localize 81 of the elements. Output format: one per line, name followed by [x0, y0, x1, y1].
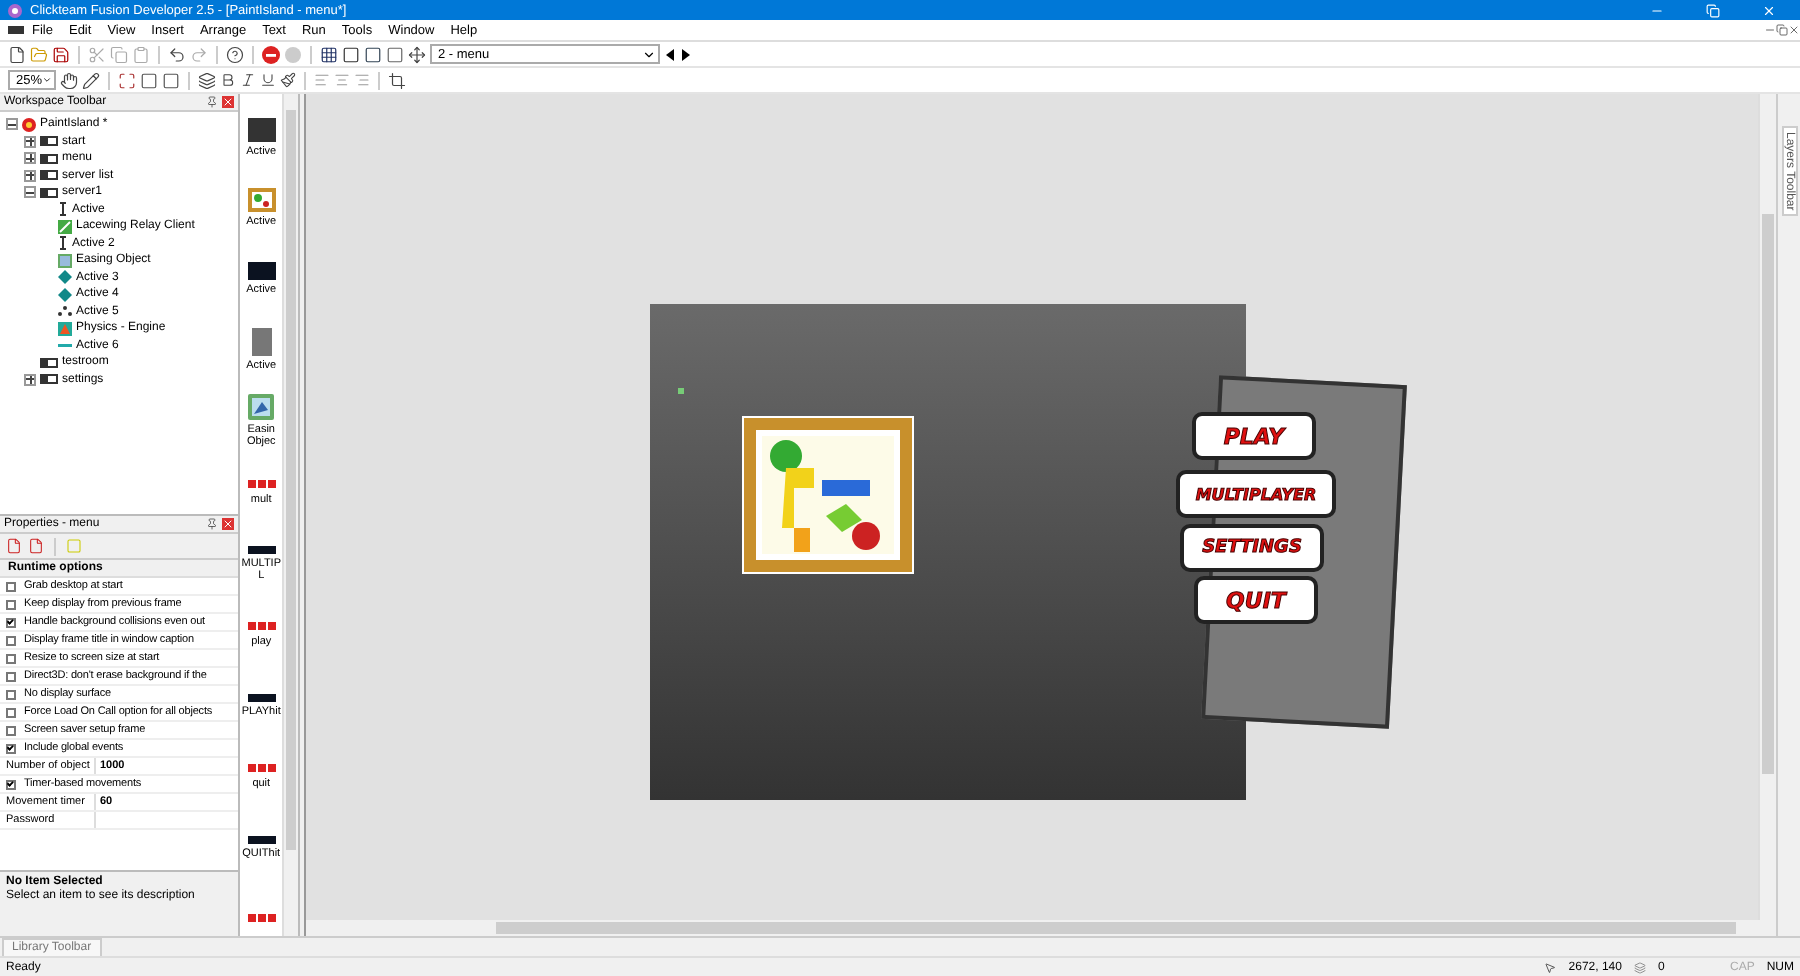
- stop-icon[interactable]: [262, 45, 280, 63]
- crop-icon[interactable]: [388, 71, 406, 89]
- checkbox[interactable]: [6, 653, 16, 663]
- close-icon[interactable]: [1788, 24, 1800, 36]
- sprite-thumbnail: [245, 478, 278, 491]
- move-icon[interactable]: [408, 45, 426, 63]
- expander-icon[interactable]: [24, 135, 36, 148]
- restore-icon[interactable]: [1776, 24, 1788, 36]
- underline-icon[interactable]: [260, 72, 276, 88]
- app-icon: [22, 117, 36, 132]
- bar-thumbnail: [247, 835, 276, 844]
- checkbox[interactable]: [6, 617, 16, 627]
- expander-icon[interactable]: [24, 152, 36, 165]
- pencil-icon[interactable]: [82, 71, 100, 89]
- layers-icon: [1633, 961, 1646, 973]
- restore-icon[interactable]: [1705, 3, 1719, 17]
- checkbox[interactable]: [6, 689, 16, 699]
- expander-icon[interactable]: [24, 373, 36, 386]
- menu-sprite: SETTINGS: [1180, 524, 1324, 572]
- previous-icon[interactable]: [664, 47, 676, 61]
- expander-icon[interactable]: [6, 118, 18, 131]
- text-cursor-icon: [58, 236, 68, 251]
- pin-icon[interactable]: [206, 518, 218, 530]
- next-icon[interactable]: [680, 47, 692, 61]
- window-icon[interactable]: [162, 71, 180, 89]
- frame-icon: [40, 374, 58, 385]
- pointer-icon: [1544, 961, 1557, 973]
- frame-icon[interactable]: [342, 45, 360, 63]
- expander-icon[interactable]: [24, 169, 36, 182]
- checkbox[interactable]: [6, 743, 16, 753]
- menu-sprite: PLAY: [1192, 412, 1316, 460]
- new-file-icon[interactable]: [8, 45, 26, 63]
- frame-icon[interactable]: [140, 71, 158, 89]
- square-thumbnail: [247, 117, 276, 142]
- sprite-thumbnail: [245, 620, 278, 633]
- text-cursor-icon: [58, 202, 68, 217]
- bold-icon[interactable]: [220, 72, 236, 88]
- italic-icon[interactable]: [240, 72, 256, 88]
- network-icon: [58, 219, 72, 234]
- square-icon[interactable]: [386, 45, 404, 63]
- checkbox[interactable]: [6, 779, 16, 789]
- zoom-fit-icon[interactable]: [118, 71, 136, 89]
- pin-icon[interactable]: [206, 96, 218, 108]
- checkbox[interactable]: [6, 725, 16, 735]
- window-icon[interactable]: [364, 45, 382, 63]
- bar-thumbnail: [247, 693, 276, 702]
- marker-icon: [678, 388, 684, 394]
- sprite-thumbnail: [245, 912, 278, 925]
- document-icon[interactable]: [6, 538, 22, 554]
- checkbox[interactable]: [6, 671, 16, 681]
- document-icon[interactable]: [28, 538, 44, 554]
- help-icon[interactable]: [226, 45, 244, 63]
- bar-thumbnail: [247, 545, 276, 554]
- checkbox[interactable]: [6, 581, 16, 591]
- easing-icon: [58, 253, 72, 268]
- grid-icon[interactable]: [320, 45, 338, 63]
- physics-icon: [58, 321, 72, 336]
- scrollbar[interactable]: [1758, 94, 1776, 920]
- save-icon[interactable]: [52, 45, 70, 63]
- sprite-thumbnail: [245, 762, 278, 775]
- paint-icon[interactable]: [280, 72, 296, 88]
- undo-icon[interactable]: [168, 45, 186, 63]
- checkbox[interactable]: [6, 707, 16, 717]
- checkbox[interactable]: [6, 599, 16, 609]
- expander-icon[interactable]: [24, 186, 36, 199]
- frame-icon: [40, 357, 58, 368]
- frame-icon: [40, 187, 58, 198]
- menu-sprite: MULTIPLAYER: [1176, 470, 1336, 518]
- easing-icon: [248, 394, 275, 421]
- layers-icon[interactable]: [198, 71, 216, 89]
- scrollbar[interactable]: [282, 94, 298, 936]
- hand-icon[interactable]: [60, 71, 78, 89]
- tall-rectangle-thumbnail: [251, 328, 272, 357]
- frame-icon: [40, 136, 58, 147]
- menu-sprite: QUIT: [1194, 576, 1318, 624]
- frame-icon: [40, 153, 58, 164]
- rectangle-thumbnail: [247, 262, 276, 281]
- scrollbar[interactable]: [306, 920, 1776, 936]
- frame-icon: [40, 170, 58, 181]
- dots-icon: [58, 304, 72, 319]
- checkbox[interactable]: [6, 635, 16, 645]
